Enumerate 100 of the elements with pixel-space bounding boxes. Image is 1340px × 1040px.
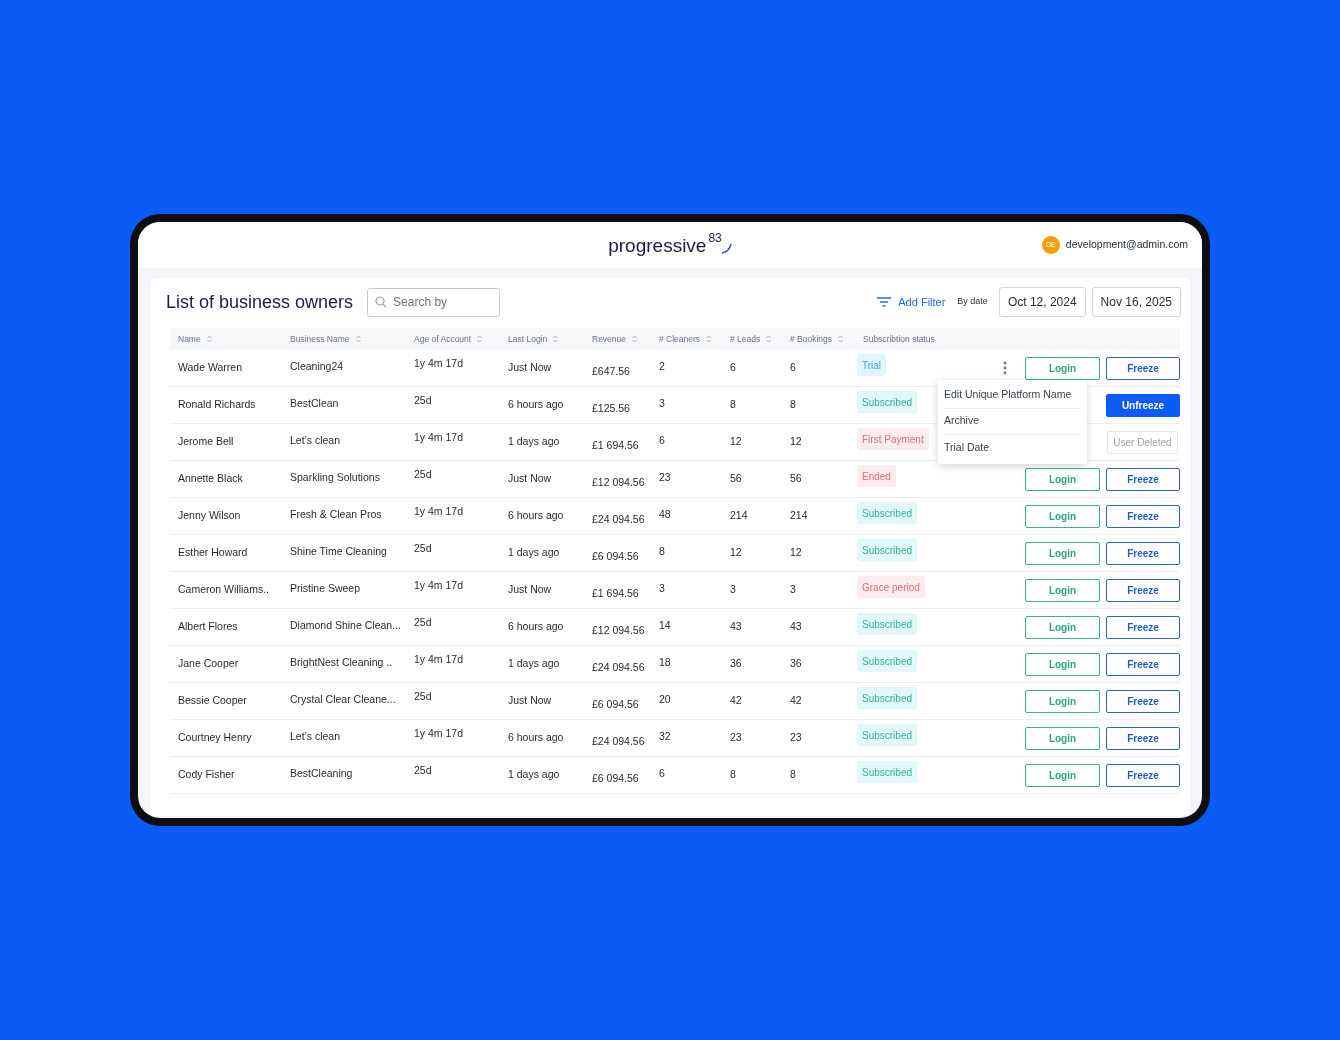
sort-icon[interactable]: [553, 335, 559, 343]
login-button[interactable]: Login: [1025, 467, 1100, 491]
freeze-button[interactable]: Freeze: [1106, 763, 1180, 787]
column-header[interactable]: Name: [178, 332, 201, 346]
search-icon: [375, 295, 388, 308]
login-button[interactable]: Login: [1025, 763, 1100, 787]
login-button[interactable]: Login: [1025, 689, 1100, 713]
table-cell: £6 094.56: [592, 549, 639, 565]
table-cell-text: Crystal Clear Cleane...: [290, 691, 396, 707]
login-button[interactable]: Login: [1025, 615, 1100, 639]
table-cell: Just Now: [508, 360, 552, 376]
login-button[interactable]: Login: [1025, 504, 1100, 528]
login-button[interactable]: Login: [1025, 578, 1100, 602]
table-cell: Cameron Williams..: [178, 582, 269, 598]
user-deleted-button[interactable]: User Deleted: [1107, 430, 1178, 454]
sort-icon[interactable]: [766, 335, 772, 343]
table-cell-text: 3: [659, 395, 665, 411]
table-cell-text: 32: [659, 728, 671, 744]
sort-icon[interactable]: [477, 335, 483, 343]
status-badge: Subscribed: [857, 391, 918, 413]
add-filter-button[interactable]: Add Filter: [877, 293, 946, 311]
table-cell: 23: [790, 730, 802, 746]
table-cell-text: 14: [659, 617, 671, 633]
table-cell: 12: [730, 434, 742, 450]
table-cell: 36: [730, 656, 742, 672]
table-cell: 12: [790, 545, 802, 561]
table-cell: £12 094.56: [592, 475, 645, 491]
table-cell: Esther Howard: [178, 545, 248, 561]
table-cell: 56: [790, 471, 802, 487]
sort-icon[interactable]: [206, 335, 212, 343]
table-cell: 25d: [414, 467, 432, 483]
login-button[interactable]: Login: [1025, 652, 1100, 676]
login-button[interactable]: Login: [1025, 541, 1100, 565]
login-button[interactable]: Login: [1025, 356, 1100, 380]
table-cell-text: Diamond Shine Clean...: [290, 617, 401, 633]
status-badge: Subscribed: [857, 761, 918, 783]
table-cell: Cody Fisher: [178, 767, 235, 783]
table-cell-text: BestCleaning: [290, 765, 353, 781]
status-badge: Subscribed: [857, 502, 918, 524]
table-cell-text: Let’s clean: [290, 432, 340, 448]
freeze-button[interactable]: Freeze: [1106, 578, 1180, 602]
table-cell: 25d: [414, 763, 432, 779]
logo-text: progressive: [608, 235, 707, 255]
column-header[interactable]: Business Name: [290, 332, 350, 346]
table-cell: £6 094.56: [592, 771, 639, 787]
search-field[interactable]: Search by: [367, 287, 501, 317]
table-cell: £125.56: [592, 401, 630, 417]
table-cell: 25d: [414, 541, 432, 557]
status-badge: Subscribed: [857, 724, 918, 746]
column-header[interactable]: Age of Account: [414, 332, 472, 346]
table-cell: Just Now: [508, 693, 552, 709]
table-cell: 6: [790, 360, 796, 376]
table-cell: £6 094.56: [592, 697, 639, 713]
freeze-button[interactable]: Freeze: [1106, 356, 1180, 380]
unfreeze-button[interactable]: Unfreeze: [1106, 393, 1180, 417]
table-cell-text: Pristine Sweep: [290, 580, 361, 596]
table-cell: 6: [730, 360, 736, 376]
table-cell: £1 694.56: [592, 438, 639, 454]
table-cell: Jenny Wilson: [178, 508, 241, 524]
menu-item[interactable]: Trial Date: [944, 435, 1081, 462]
freeze-button[interactable]: Freeze: [1106, 689, 1180, 713]
status-badge: Subscribed: [857, 613, 918, 635]
column-header[interactable]: # Leads: [730, 332, 761, 346]
table-cell: 42: [730, 693, 742, 709]
table-cell-text: 6: [659, 765, 665, 781]
freeze-button[interactable]: Freeze: [1106, 615, 1180, 639]
table-cell-text: 23: [659, 469, 671, 485]
logo-mark: 83: [708, 231, 722, 244]
table-cell: 1y 4m 17d: [414, 430, 464, 446]
menu-item[interactable]: Archive: [944, 408, 1081, 435]
column-header[interactable]: Revenue: [592, 332, 627, 346]
menu-item[interactable]: Edit Unique Platform Name: [944, 382, 1081, 409]
freeze-button[interactable]: Freeze: [1106, 467, 1180, 491]
more-options-icon[interactable]: [1003, 361, 1007, 375]
sort-icon[interactable]: [838, 335, 844, 343]
date-field[interactable]: Nov 16, 2025: [1091, 287, 1181, 317]
column-header[interactable]: Last Login: [508, 332, 548, 346]
login-button[interactable]: Login: [1025, 726, 1100, 750]
table-cell: Courtney Henry: [178, 730, 252, 746]
date-field[interactable]: Oct 12, 2024: [998, 287, 1086, 317]
status-badge: Trial: [857, 354, 887, 376]
status-badge: Subscribed: [857, 539, 918, 561]
freeze-button[interactable]: Freeze: [1106, 726, 1180, 750]
column-header[interactable]: # Cleaners: [659, 332, 701, 346]
sort-icon[interactable]: [632, 335, 638, 343]
freeze-button[interactable]: Freeze: [1106, 541, 1180, 565]
sort-icon[interactable]: [355, 335, 361, 343]
table-cell: 1 days ago: [508, 656, 560, 672]
sort-icon[interactable]: [706, 335, 712, 343]
table-cell: 6 hours ago: [508, 730, 564, 746]
table-cell: 43: [790, 619, 802, 635]
table-cell: 12: [730, 545, 742, 561]
freeze-button[interactable]: Freeze: [1106, 652, 1180, 676]
table-cell: 42: [790, 693, 802, 709]
column-header[interactable]: # Bookings: [790, 332, 833, 346]
freeze-button[interactable]: Freeze: [1106, 504, 1180, 528]
table-cell: £24 094.56: [592, 660, 645, 676]
table-cell: 23: [730, 730, 742, 746]
status-badge: Subscribed: [857, 687, 918, 709]
table-cell: Bessie Cooper: [178, 693, 247, 709]
